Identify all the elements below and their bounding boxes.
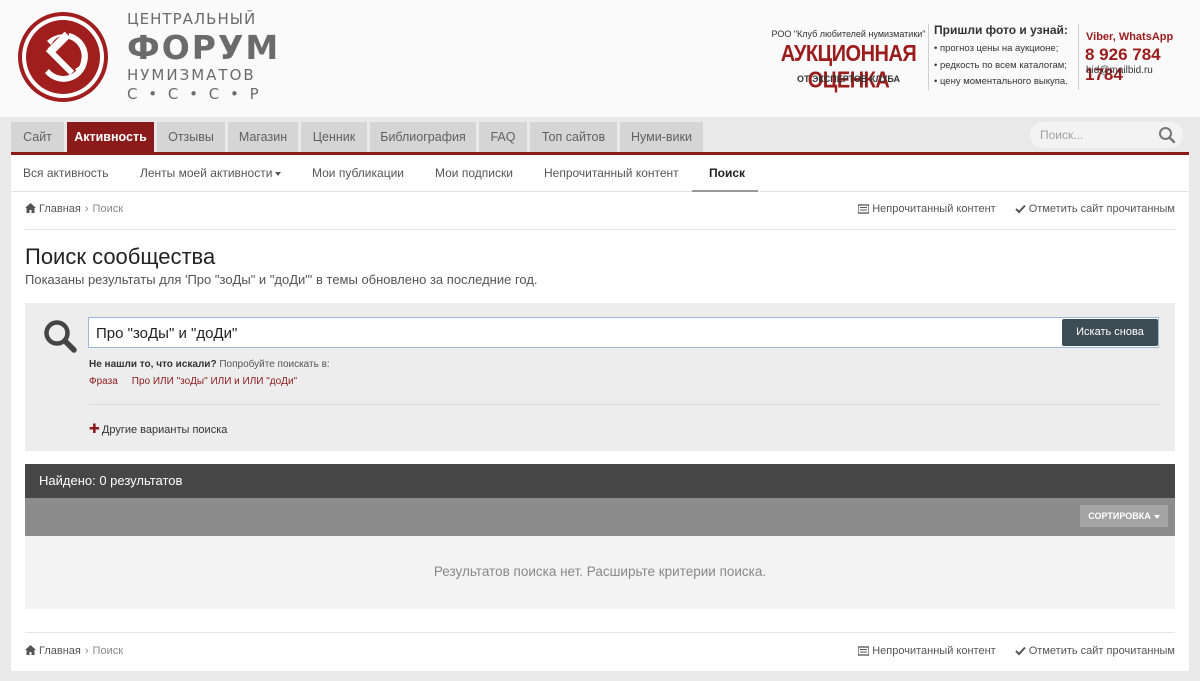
mark-read-link[interactable]: Отметить сайт прочитанным	[1015, 203, 1175, 215]
search-form: × Искать снова Не нашли то, что искали? …	[25, 303, 1175, 451]
plus-icon: ✚	[89, 421, 100, 436]
ad-benefit-item: • редкость по всем каталогам;	[934, 59, 1067, 71]
mark-read-link[interactable]: Отметить сайт прочитанным	[1015, 645, 1175, 657]
ad-benefit-item: • прогноз цены на аукционе;	[934, 43, 1059, 54]
unread-content-label: Непрочитанный контент	[872, 645, 996, 657]
logo-line-4: С • С • С • Р	[127, 85, 262, 103]
search-results: Найдено: 0 результатов СОРТИРОВКА Резуль…	[25, 464, 1175, 609]
search-hint: Не нашли то, что искали? Попробуйте поис…	[89, 359, 330, 370]
check-icon	[1015, 204, 1026, 214]
global-search-input[interactable]	[1040, 125, 1150, 145]
unread-content-link[interactable]: Непрочитанный контент	[857, 645, 996, 657]
sort-label: СОРТИРОВКА	[1088, 511, 1151, 521]
sort-button[interactable]: СОРТИРОВКА	[1080, 505, 1168, 527]
subnav-my-streams[interactable]: Ленты моей активности	[140, 155, 282, 191]
ad-benefit-list[interactable]: • прогноз цены на аукционе; • редкость п…	[934, 41, 1068, 91]
divider	[89, 404, 1161, 405]
search-icon	[44, 320, 77, 353]
breadcrumb: Главная › Поиск	[25, 203, 123, 215]
ad-send-title[interactable]: Пришли фото и узнай:	[934, 23, 1068, 37]
tab-faq[interactable]: FAQ	[479, 122, 527, 152]
chevron-down-icon	[1153, 514, 1160, 519]
more-search-options-label: Другие варианты поиска	[101, 424, 228, 436]
breadcrumb-actions: Непрочитанный контент Отметить сайт проч…	[842, 203, 1175, 215]
logo-wordmark[interactable]: ЦЕНТРАЛЬНЫЙ ФОРУМ НУМИЗМАТОВ С • С • С •…	[127, 10, 280, 104]
suggestion-or[interactable]: Про ИЛИ "зоДы" ИЛИ и ИЛИ "доДи"	[132, 376, 297, 387]
tab-prices[interactable]: Ценник	[301, 122, 367, 152]
ad-title[interactable]: АУКЦИОННАЯ ОЦЕНКА	[771, 42, 926, 95]
ad-org[interactable]: РОО "Клуб любителей нумизматики"	[771, 29, 926, 39]
breadcrumb-home[interactable]: Главная	[39, 645, 81, 657]
page-title: Поиск сообщества	[25, 244, 216, 269]
more-search-options-link[interactable]: ✚ Другие варианты поиска	[89, 421, 227, 437]
unread-content-link[interactable]: Непрочитанный контент	[857, 203, 996, 215]
subnav-search[interactable]: Поиск	[709, 155, 745, 191]
results-header: Найдено: 0 результатов	[25, 464, 1175, 498]
search-query-field[interactable]: × Искать снова	[88, 317, 1159, 348]
list-icon	[857, 646, 870, 656]
list-icon	[857, 204, 870, 214]
search-hint-rest: Попробуйте поискать в:	[216, 359, 330, 370]
logo-line-2: ФОРУМ	[127, 28, 281, 67]
hammer-sickle-logo-icon[interactable]	[17, 11, 109, 103]
search-icon[interactable]	[1158, 126, 1176, 144]
breadcrumb-current: Поиск	[92, 203, 124, 215]
page-description: Показаны результаты для 'Про "зоДы" и "д…	[25, 272, 538, 287]
results-toolbar: СОРТИРОВКА	[25, 498, 1175, 536]
activity-subnav: Вся активность Ленты моей активности Мои…	[11, 155, 1189, 192]
ad-benefit-item: • цену моментального выкупа.	[934, 76, 1068, 87]
tab-numi-wiki[interactable]: Нуми-вики	[620, 122, 703, 152]
logo-line-1: ЦЕНТРАЛЬНЫЙ	[127, 10, 257, 28]
check-icon	[1015, 646, 1026, 656]
search-hint-bold: Не нашли то, что искали?	[89, 359, 217, 370]
divider	[25, 632, 1175, 633]
chevron-right-icon: ›	[84, 645, 89, 657]
home-icon	[25, 203, 36, 213]
search-suggestions: Фраза Про ИЛИ "зоДы" ИЛИ и ИЛИ "доДи"	[89, 376, 311, 387]
breadcrumb-current: Поиск	[92, 645, 124, 657]
divider	[25, 229, 1175, 230]
subnav-unread[interactable]: Непрочитанный контент	[544, 155, 679, 191]
breadcrumb-bottom: Главная › Поиск	[25, 645, 123, 657]
ad-viber-label[interactable]: Viber, WhatsApp	[1086, 31, 1173, 43]
ad-divider	[1078, 24, 1079, 90]
breadcrumb-home[interactable]: Главная	[39, 203, 81, 215]
search-query-input[interactable]	[96, 322, 996, 344]
site-header: ЦЕНТРАЛЬНЫЙ ФОРУМ НУМИЗМАТОВ С • С • С •…	[0, 0, 1200, 117]
tab-shop[interactable]: Магазин	[228, 122, 298, 152]
tab-site[interactable]: Сайт	[11, 122, 64, 152]
tab-activity[interactable]: Активность	[67, 122, 154, 152]
breadcrumb-actions-bottom: Непрочитанный контент Отметить сайт проч…	[842, 645, 1175, 657]
suggestion-phrase[interactable]: Фраза	[89, 376, 118, 387]
subnav-all-activity[interactable]: Вся активность	[23, 155, 109, 191]
tab-bibliography[interactable]: Библиография	[370, 122, 476, 152]
results-count: Найдено: 0 результатов	[39, 473, 183, 488]
empty-results-message: Результатов поиска нет. Расширьте критер…	[433, 564, 767, 579]
chevron-down-icon	[275, 171, 282, 176]
content-panel: Вся активность Ленты моей активности Мои…	[11, 155, 1189, 671]
ad-divider	[928, 24, 929, 90]
mark-read-label: Отметить сайт прочитанным	[1028, 203, 1175, 215]
subnav-my-posts[interactable]: Мои публикации	[312, 155, 404, 191]
tab-top-sites[interactable]: Топ сайтов	[530, 122, 617, 152]
subnav-my-subscriptions[interactable]: Мои подписки	[435, 155, 513, 191]
chevron-right-icon: ›	[84, 203, 89, 215]
unread-content-label: Непрочитанный контент	[872, 203, 996, 215]
ad-email[interactable]: bid@mailbid.ru	[1086, 65, 1153, 76]
tab-reviews[interactable]: Отзывы	[157, 122, 225, 152]
mark-read-label: Отметить сайт прочитанным	[1028, 645, 1175, 657]
global-search[interactable]	[1030, 122, 1183, 148]
search-again-button[interactable]: Искать снова	[1062, 319, 1158, 346]
subnav-my-streams-label: Ленты моей активности	[140, 166, 273, 180]
logo-line-3: НУМИЗМАТОВ	[127, 66, 256, 84]
home-icon	[25, 645, 36, 655]
ad-subtitle[interactable]: ОТ ЭКСПЕРТОВ КЛУБА	[771, 74, 926, 84]
